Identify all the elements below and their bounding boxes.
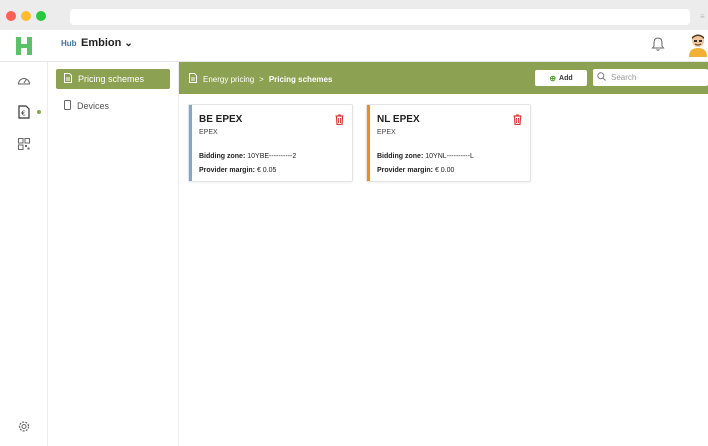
breadcrumb-separator: > <box>259 74 264 84</box>
card-title: NL EPEX <box>377 114 420 125</box>
bidding-zone-label: Bidding zone: <box>199 153 246 160</box>
search-input[interactable] <box>611 73 701 82</box>
breadcrumb-energy-pricing[interactable]: Energy pricing <box>203 75 254 84</box>
svg-text:€: € <box>21 110 25 118</box>
avatar[interactable] <box>687 33 708 57</box>
search-icon <box>597 72 606 83</box>
bidding-zone-value: 10YNL----------L <box>425 153 474 160</box>
sub-navigation: Pricing schemes Devices <box>48 62 179 446</box>
bidding-zone-label: Bidding zone: <box>377 153 424 160</box>
provider-margin-row: Provider margin: € 0.05 <box>199 167 276 174</box>
add-button-label: Add <box>559 74 573 82</box>
address-bar[interactable] <box>70 9 690 25</box>
pricing-document-icon[interactable]: € <box>18 105 30 121</box>
provider-margin-value: € 0.05 <box>256 167 277 174</box>
dashboard-gauge-icon[interactable] <box>17 74 31 88</box>
pricing-scheme-card[interactable]: BE EPEX EPEX Bidding zone: 10YBE--------… <box>188 104 353 182</box>
card-subtitle: EPEX <box>377 129 396 136</box>
subnav-item-pricing-schemes[interactable]: Pricing schemes <box>56 69 170 89</box>
org-name: Embion <box>81 37 122 49</box>
document-icon <box>64 73 72 85</box>
subnav-item-label: Devices <box>77 101 110 111</box>
pricing-scheme-card[interactable]: NL EPEX EPEX Bidding zone: 10YNL--------… <box>366 104 531 182</box>
subnav-item-devices[interactable]: Devices <box>56 96 170 116</box>
search-box[interactable] <box>593 69 708 86</box>
card-subtitle: EPEX <box>199 129 218 136</box>
app-header: Hub Embion ⌄ <box>0 30 708 62</box>
browser-chrome: ≡ <box>0 0 708 30</box>
delete-trash-icon[interactable] <box>335 114 344 127</box>
card-accent-bar <box>367 105 370 181</box>
device-icon <box>64 100 71 112</box>
browser-menu-icon[interactable]: ≡ <box>700 12 705 21</box>
breadcrumb: Energy pricing > Pricing schemes <box>189 73 332 85</box>
card-accent-bar <box>189 105 192 181</box>
bell-icon[interactable] <box>651 36 665 54</box>
page-toolbar: Energy pricing > Pricing schemes ⊕ Add <box>179 62 708 94</box>
icon-rail: € <box>0 62 48 446</box>
org-switcher[interactable]: Embion ⌄ <box>81 37 133 49</box>
qr-code-icon[interactable] <box>18 138 30 152</box>
chevron-down-icon: ⌄ <box>124 38 133 49</box>
app-logo-icon[interactable] <box>0 30 48 61</box>
bidding-zone-value: 10YBE----------2 <box>247 153 297 160</box>
card-title: BE EPEX <box>199 114 243 125</box>
provider-margin-row: Provider margin: € 0.00 <box>377 167 454 174</box>
document-icon <box>189 73 197 85</box>
active-indicator-dot <box>37 110 41 114</box>
settings-gear-icon[interactable] <box>18 420 31 435</box>
add-button[interactable]: ⊕ Add <box>535 70 587 86</box>
window-maximize-button[interactable] <box>36 11 46 21</box>
window-close-button[interactable] <box>6 11 16 21</box>
org-prefix: Hub <box>61 39 77 48</box>
bidding-zone-row: Bidding zone: 10YNL----------L <box>377 153 474 160</box>
subnav-item-label: Pricing schemes <box>78 74 145 84</box>
delete-trash-icon[interactable] <box>513 114 522 127</box>
provider-margin-value: € 0.00 <box>434 167 455 174</box>
plus-circle-icon: ⊕ <box>549 73 557 83</box>
provider-margin-label: Provider margin: <box>377 167 434 174</box>
window-minimize-button[interactable] <box>21 11 31 21</box>
breadcrumb-pricing-schemes: Pricing schemes <box>268 74 333 84</box>
bidding-zone-row: Bidding zone: 10YBE----------2 <box>199 153 296 160</box>
provider-margin-label: Provider margin: <box>199 167 256 174</box>
main-content: BE EPEX EPEX Bidding zone: 10YBE--------… <box>179 94 708 446</box>
